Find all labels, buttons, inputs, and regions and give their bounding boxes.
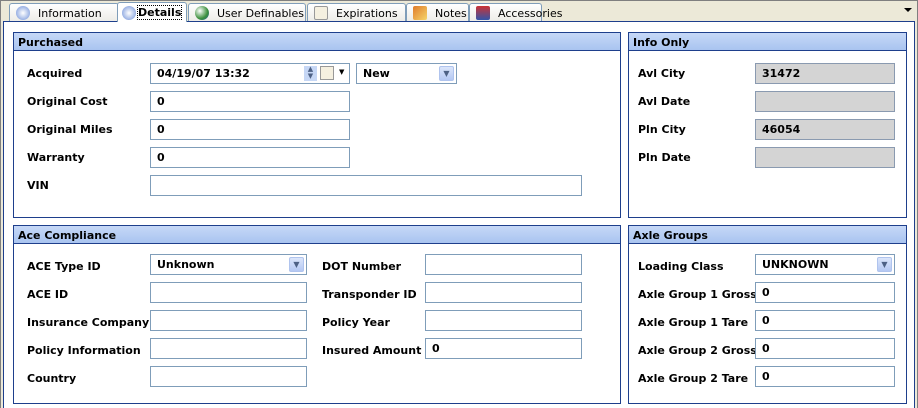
pln-date-label: Pln Date: [638, 151, 691, 164]
axle-group-2-gross-label: Axle Group 2 Gross: [638, 344, 757, 357]
vin-label: VIN: [27, 179, 49, 192]
tab-details[interactable]: Details: [117, 2, 187, 22]
tab-information[interactable]: Information: [9, 3, 119, 22]
tab-bar: Information Details User Definables Expi…: [1, 1, 917, 22]
accessories-icon: [476, 6, 490, 20]
info-icon: [122, 5, 136, 20]
calendar-icon: [314, 6, 328, 20]
policy-information-label: Policy Information: [27, 344, 141, 357]
transponder-id-input[interactable]: [425, 282, 582, 303]
loading-class-select[interactable]: UNKNOWN ▼: [755, 254, 895, 275]
country-input[interactable]: [150, 366, 307, 387]
insurance-company-input[interactable]: [150, 310, 307, 331]
ace-id-input[interactable]: [150, 282, 307, 303]
ace-id-label: ACE ID: [27, 288, 69, 301]
chevron-down-icon[interactable]: ▼: [339, 68, 344, 76]
tab-user-definables[interactable]: User Definables: [188, 3, 306, 22]
pln-city-field: 46054: [755, 119, 895, 140]
chevron-down-icon[interactable]: ▼: [439, 66, 454, 81]
policy-year-label: Policy Year: [322, 316, 390, 329]
tab-accessories[interactable]: Accessories: [469, 3, 562, 22]
calendar-icon[interactable]: [320, 66, 334, 80]
tab-notes[interactable]: Notes: [406, 3, 469, 22]
info-icon: [16, 6, 30, 20]
axle-group-2-gross-input[interactable]: 0: [755, 338, 895, 359]
tab-overflow-dropdown[interactable]: [904, 8, 912, 12]
original-miles-input[interactable]: 0: [150, 119, 350, 140]
axle-group-2-tare-input[interactable]: 0: [755, 366, 895, 387]
transponder-id-label: Transponder ID: [322, 288, 417, 301]
axle-group-2-tare-label: Axle Group 2 Tare: [638, 372, 749, 385]
avl-city-field: 31472: [755, 63, 895, 84]
acquired-label: Acquired: [27, 67, 83, 80]
warranty-label: Warranty: [27, 151, 85, 164]
panel-title: Axle Groups: [629, 226, 906, 244]
panel-title: Ace Compliance: [14, 226, 620, 244]
avl-date-label: Avl Date: [638, 95, 691, 108]
chevron-down-icon[interactable]: ▼: [877, 257, 892, 272]
original-cost-input[interactable]: 0: [150, 91, 350, 112]
panel-title: Info Only: [629, 33, 906, 51]
ace-type-id-select[interactable]: Unknown ▼: [150, 254, 307, 275]
dot-number-input[interactable]: [425, 254, 582, 275]
original-miles-label: Original Miles: [27, 123, 113, 136]
policy-year-input[interactable]: [425, 310, 582, 331]
policy-information-input[interactable]: [150, 338, 307, 359]
dot-number-label: DOT Number: [322, 260, 402, 273]
ace-type-id-label: ACE Type ID: [27, 260, 101, 273]
vin-input[interactable]: [150, 175, 582, 196]
axle-group-1-gross-label: Axle Group 1 Gross: [638, 288, 757, 301]
warranty-input[interactable]: 0: [150, 147, 350, 168]
pln-date-field: [755, 147, 895, 168]
avl-date-field: [755, 91, 895, 112]
pln-city-label: Pln City: [638, 123, 686, 136]
country-label: Country: [27, 372, 77, 385]
loading-class-label: Loading Class: [638, 260, 724, 273]
acquired-date-field[interactable]: 04/19/07 13:32 ▲ ▼ ▼: [150, 63, 350, 84]
insurance-company-label: Insurance Company: [27, 316, 150, 329]
original-cost-label: Original Cost: [27, 95, 108, 108]
pencil-icon: [413, 6, 427, 20]
axle-group-1-tare-input[interactable]: 0: [755, 310, 895, 331]
insured-amount-input[interactable]: 0: [425, 338, 582, 359]
avl-city-label: Avl City: [638, 67, 686, 80]
condition-select[interactable]: New ▼: [356, 63, 457, 84]
panel-title: Purchased: [14, 33, 620, 51]
chevron-down-icon[interactable]: ▼: [289, 257, 304, 272]
axle-group-1-gross-input[interactable]: 0: [755, 282, 895, 303]
tab-expirations[interactable]: Expirations: [307, 3, 406, 22]
spinner[interactable]: ▲ ▼: [304, 66, 317, 81]
insured-amount-label: Insured Amount: [322, 344, 422, 357]
axle-group-1-tare-label: Axle Group 1 Tare: [638, 316, 749, 329]
globe-icon: [195, 6, 209, 20]
